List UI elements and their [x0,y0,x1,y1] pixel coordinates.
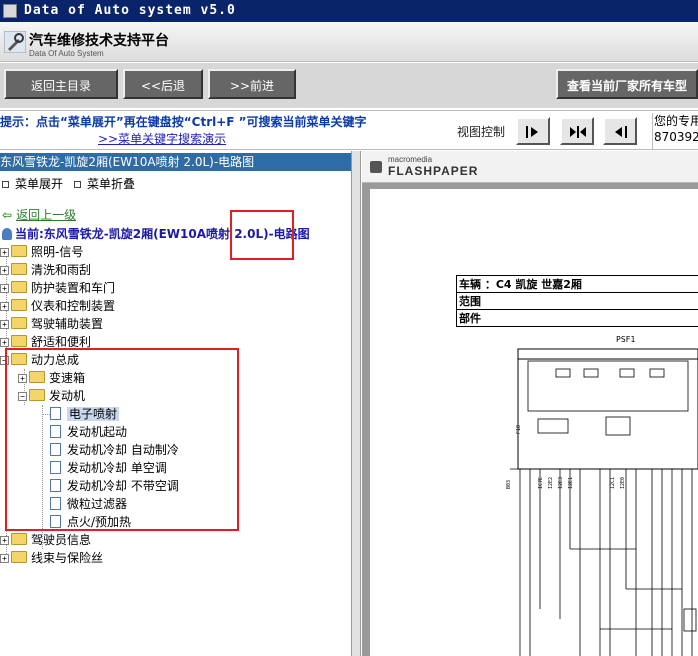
svg-text:F18: F18 [516,425,522,434]
folder-icon [11,245,27,257]
folder-icon [11,263,27,275]
back-button[interactable]: <<后退 [123,69,203,99]
menu-panel: 东风雪铁龙-凯旋2厢(EW10A喷射 2.0L)-电路图 菜单展开 菜单折叠 ⇦… [0,151,352,656]
split-view-button[interactable] [560,117,594,145]
location-pin-icon [2,228,12,240]
app-icon [3,4,17,18]
expand-icon[interactable]: + [0,536,9,545]
expand-icon[interactable]: + [0,248,9,257]
wiring-diagram: PSF1 B03 IC7E I2E2 I2E3 I2E1 I2C1 I2E0 F… [506,335,698,656]
tree-label: 照明-信号 [31,245,84,259]
svg-text:B03: B03 [506,480,512,489]
info-bar: 提示：点击“菜单展开”再在键盘按“Ctrl+F ”可搜索当前菜单关键字 >>菜单… [0,110,698,150]
folder-icon [11,317,27,329]
account-info: 您的专用 870392C [652,113,698,149]
window-title: Data of Auto system v5.0 [24,3,236,18]
expand-icon[interactable]: + [0,554,9,563]
svg-text:I2C1: I2C1 [610,477,616,489]
menu-collapse-label: 菜单折叠 [87,177,136,191]
tree-label: 线束与保险丝 [31,551,104,565]
window-title-bar: Data of Auto system v5.0 [0,0,698,22]
tree-label: 驾驶辅助装置 [31,317,104,331]
breadcrumb: 东风雪铁龙-凯旋2厢(EW10A喷射 2.0L)-电路图 [0,153,351,171]
tree-folder[interactable]: + 清洗和雨刮 [0,261,91,279]
expand-left-button[interactable] [603,117,637,145]
account-id: 870392C [654,130,698,144]
expand-square-icon [2,181,9,188]
tree-folder[interactable]: + 仪表和控制装置 [0,297,115,315]
tree-folder[interactable]: + 线束与保险丝 [0,549,103,567]
svg-text:IC7E: IC7E [538,477,544,489]
panel-splitter[interactable] [352,151,361,656]
tree-label: 防护装置和车门 [31,281,116,295]
brand-header: 汽车维修技术支持平台 Data Of Auto System [0,22,698,62]
tree-folder[interactable]: + 照明-信号 [0,243,83,261]
flashpaper-brand: FLASHPAPER [388,164,479,178]
folder-icon [11,281,27,293]
document-viewer: macromedia FLASHPAPER 车辆 ：C4 凯旋 世嘉2厢 范围 … [362,151,698,656]
flashpaper-brand-top: macromedia [388,155,433,164]
all-models-button[interactable]: 查看当前厂家所有车型 [556,69,698,99]
flashpaper-logo-icon [370,161,382,173]
back-arrow-icon: ⇦ [2,208,13,222]
brand-subtitle: Data Of Auto System [29,49,104,58]
wrench-logo-icon [4,31,26,53]
flashpaper-header: macromedia FLASHPAPER [362,151,698,183]
arrow-right-icon [526,126,538,138]
collapse-square-icon [74,181,81,188]
svg-text:I2E0: I2E0 [620,477,626,489]
tree-label: 仪表和控制装置 [31,299,116,313]
diagram-label: PSF1 [616,335,635,344]
folder-icon [11,335,27,347]
expand-icon[interactable]: + [0,284,9,293]
tree-label: 驾驶员信息 [31,533,92,547]
menu-expand-button[interactable]: 菜单展开 [2,175,63,192]
document-page[interactable]: 车辆 ：C4 凯旋 世嘉2厢 范围 部件 PSF1 B03 IC7E I2E2 … [370,189,698,656]
tree-label: 清洗和雨刮 [31,263,92,277]
svg-text:I2E2: I2E2 [548,477,554,489]
folder-icon [11,299,27,311]
back-up-link[interactable]: ⇦ 返回上一级 [2,206,76,223]
expand-icon[interactable]: + [0,338,9,347]
expand-icon[interactable]: + [0,266,9,275]
nav-toolbar: 返回主目录 <<后退 >>前进 查看当前厂家所有车型 [0,63,698,108]
arrow-left-icon [615,126,627,138]
view-control-label: 视图控制 [457,125,506,139]
folder-icon [11,533,27,545]
tree-folder[interactable]: + 驾驶员信息 [0,531,91,549]
menu-expand-label: 菜单展开 [15,177,64,191]
folder-icon [11,551,27,563]
expand-icon[interactable]: + [0,320,9,329]
account-label: 您的专用 [654,114,698,128]
brand-title: 汽车维修技术支持平台 [29,33,169,49]
svg-text:I2E1: I2E1 [568,477,574,489]
highlight-box [5,348,239,531]
search-tip: 提示：点击“菜单展开”再在键盘按“Ctrl+F ”可搜索当前菜单关键字 [0,115,367,129]
forward-button[interactable]: >>前进 [208,69,296,99]
menu-collapse-button[interactable]: 菜单折叠 [74,175,135,192]
back-up-label: 返回上一级 [16,208,77,222]
expand-icon[interactable]: + [0,302,9,311]
expand-right-button[interactable] [516,117,550,145]
home-button[interactable]: 返回主目录 [4,69,118,99]
highlight-box [230,210,294,260]
tree-label: 舒适和便利 [31,335,92,349]
svg-text:I2E3: I2E3 [558,477,564,489]
tree-folder[interactable]: + 防护装置和车门 [0,279,115,297]
search-demo-link[interactable]: >>菜单关键字搜索演示 [98,130,226,147]
split-arrows-icon [570,126,586,138]
tree-folder[interactable]: + 驾驶辅助装置 [0,315,103,333]
